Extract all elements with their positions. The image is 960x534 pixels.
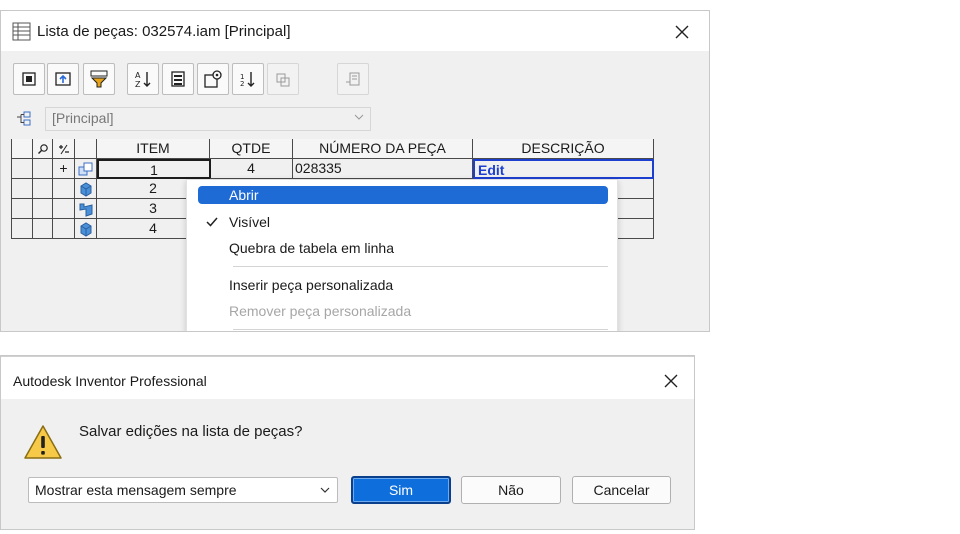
- assembly-icon: [78, 162, 92, 176]
- menu-item-label: Remover peça personalizada: [229, 303, 412, 319]
- toolbar-renumber-button[interactable]: 12: [232, 63, 264, 95]
- chevron-down-icon: [320, 487, 330, 493]
- column-header-item[interactable]: ITEM: [97, 139, 210, 159]
- sheet-metal-part-icon: [79, 203, 92, 217]
- menu-item-remove-custom-part[interactable]: Remover peça personalizada: [198, 302, 608, 320]
- menu-item-label: Visível: [229, 214, 270, 230]
- member-icon: [346, 72, 360, 86]
- dialog-title: Autodesk Inventor Professional: [13, 373, 207, 389]
- parts-list-close-button[interactable]: [667, 17, 697, 47]
- cell-part-number[interactable]: 028335: [293, 159, 473, 179]
- merge-icon: [276, 73, 290, 87]
- toolbar-settings-button[interactable]: [197, 63, 229, 95]
- menu-item-label: Inserir peça personalizada: [229, 277, 394, 293]
- header-select-cell: [11, 139, 33, 159]
- toolbar-table-button[interactable]: [162, 63, 194, 95]
- row-select-cell[interactable]: [11, 199, 33, 219]
- row-select-cell[interactable]: [11, 219, 33, 239]
- toolbar-sort-button[interactable]: AZ: [127, 63, 159, 95]
- toolbar-member-button[interactable]: [337, 63, 369, 95]
- settings-table-icon: [204, 70, 222, 88]
- table-icon: [171, 71, 185, 87]
- dialog-close-button[interactable]: [656, 366, 686, 396]
- checkmark-icon: [206, 217, 218, 227]
- svg-text:Z: Z: [135, 80, 141, 89]
- menu-item-label: Abrir: [229, 187, 259, 203]
- part-cube-icon: [80, 222, 91, 237]
- view-dropdown-value: [Principal]: [52, 110, 114, 126]
- table-row[interactable]: + 1 4 028335 Edit: [11, 159, 654, 179]
- close-icon: [664, 374, 678, 388]
- parts-list-icon: [12, 22, 31, 41]
- sort-az-icon: AZ: [135, 71, 151, 89]
- row-find-cell: [33, 159, 53, 179]
- find-icon: [37, 144, 48, 154]
- chevron-down-icon: [354, 114, 364, 120]
- toolbar-funnel-button[interactable]: [83, 63, 115, 95]
- header-expand-cell[interactable]: [53, 139, 75, 159]
- grid-header-row: ITEM QTDE NÚMERO DA PEÇA DESCRIÇÃO: [11, 139, 654, 159]
- row-part-cell: [75, 179, 97, 199]
- parts-list-titlebar: Lista de peças: 032574.iam [Principal]: [1, 11, 709, 51]
- row-expand-toggle[interactable]: [53, 179, 75, 199]
- menu-item-label: Quebra de tabela em linha: [229, 240, 394, 256]
- cell-description-edit[interactable]: Edit: [473, 159, 654, 179]
- svg-text:A: A: [135, 71, 141, 80]
- expand-icon: [58, 144, 69, 155]
- row-find-cell: [33, 219, 53, 239]
- cell-item[interactable]: 1: [97, 159, 211, 179]
- column-header-part-number[interactable]: NÚMERO DA PEÇA: [293, 139, 473, 159]
- menu-item-row-break[interactable]: Quebra de tabela em linha: [198, 239, 608, 257]
- row-find-cell: [33, 199, 53, 219]
- toolbar-filter-button[interactable]: [13, 63, 45, 95]
- toolbar-merge-button[interactable]: [267, 63, 299, 95]
- row-part-cell: [75, 199, 97, 219]
- no-button[interactable]: Não: [461, 476, 561, 504]
- close-icon: [675, 25, 689, 39]
- toolbar-export-button[interactable]: [47, 63, 79, 95]
- view-structure-icon: [16, 111, 34, 130]
- renumber-icon: 12: [240, 72, 255, 88]
- funnel-icon: [90, 70, 108, 88]
- row-select-cell[interactable]: [11, 159, 33, 179]
- dialog-titlebar: Autodesk Inventor Professional: [1, 356, 694, 399]
- context-menu: Abrir Visível Quebra de tabela em linha …: [186, 179, 618, 331]
- row-find-cell: [33, 179, 53, 199]
- menu-item-open[interactable]: Abrir: [198, 186, 608, 204]
- menu-item-insert-custom-part[interactable]: Inserir peça personalizada: [198, 276, 608, 294]
- show-message-value: Mostrar esta mensagem sempre: [35, 482, 237, 498]
- parts-list-title: Lista de peças: 032574.iam [Principal]: [37, 23, 291, 40]
- warning-icon: [23, 424, 63, 463]
- filter-icon: [22, 72, 36, 86]
- cancel-button[interactable]: Cancelar: [572, 476, 671, 504]
- confirm-dialog: Autodesk Inventor Professional Salvar ed…: [0, 355, 695, 530]
- row-part-cell: [75, 219, 97, 239]
- header-find-cell[interactable]: [33, 139, 53, 159]
- part-cube-icon: [80, 182, 91, 197]
- row-expand-toggle[interactable]: [53, 219, 75, 239]
- column-header-description[interactable]: DESCRIÇÃO: [473, 139, 654, 159]
- menu-separator: [233, 329, 608, 330]
- dialog-message: Salvar edições na lista de peças?: [79, 423, 303, 440]
- menu-item-visible[interactable]: Visível: [198, 213, 608, 231]
- column-header-qty[interactable]: QTDE: [210, 139, 293, 159]
- show-message-dropdown[interactable]: Mostrar esta mensagem sempre: [28, 477, 338, 503]
- menu-separator: [233, 266, 608, 267]
- row-expand-toggle[interactable]: [53, 199, 75, 219]
- svg-text:2: 2: [240, 80, 244, 88]
- view-dropdown[interactable]: [Principal]: [45, 107, 371, 131]
- header-icon-cell: [75, 139, 97, 159]
- cell-qty[interactable]: 4: [210, 159, 293, 179]
- parts-list-window: Lista de peças: 032574.iam [Principal] A…: [0, 10, 710, 332]
- yes-button[interactable]: Sim: [351, 476, 451, 504]
- row-select-cell[interactable]: [11, 179, 33, 199]
- export-icon: [55, 72, 71, 86]
- row-expand-toggle[interactable]: +: [53, 159, 75, 179]
- row-assembly-cell: [75, 159, 97, 179]
